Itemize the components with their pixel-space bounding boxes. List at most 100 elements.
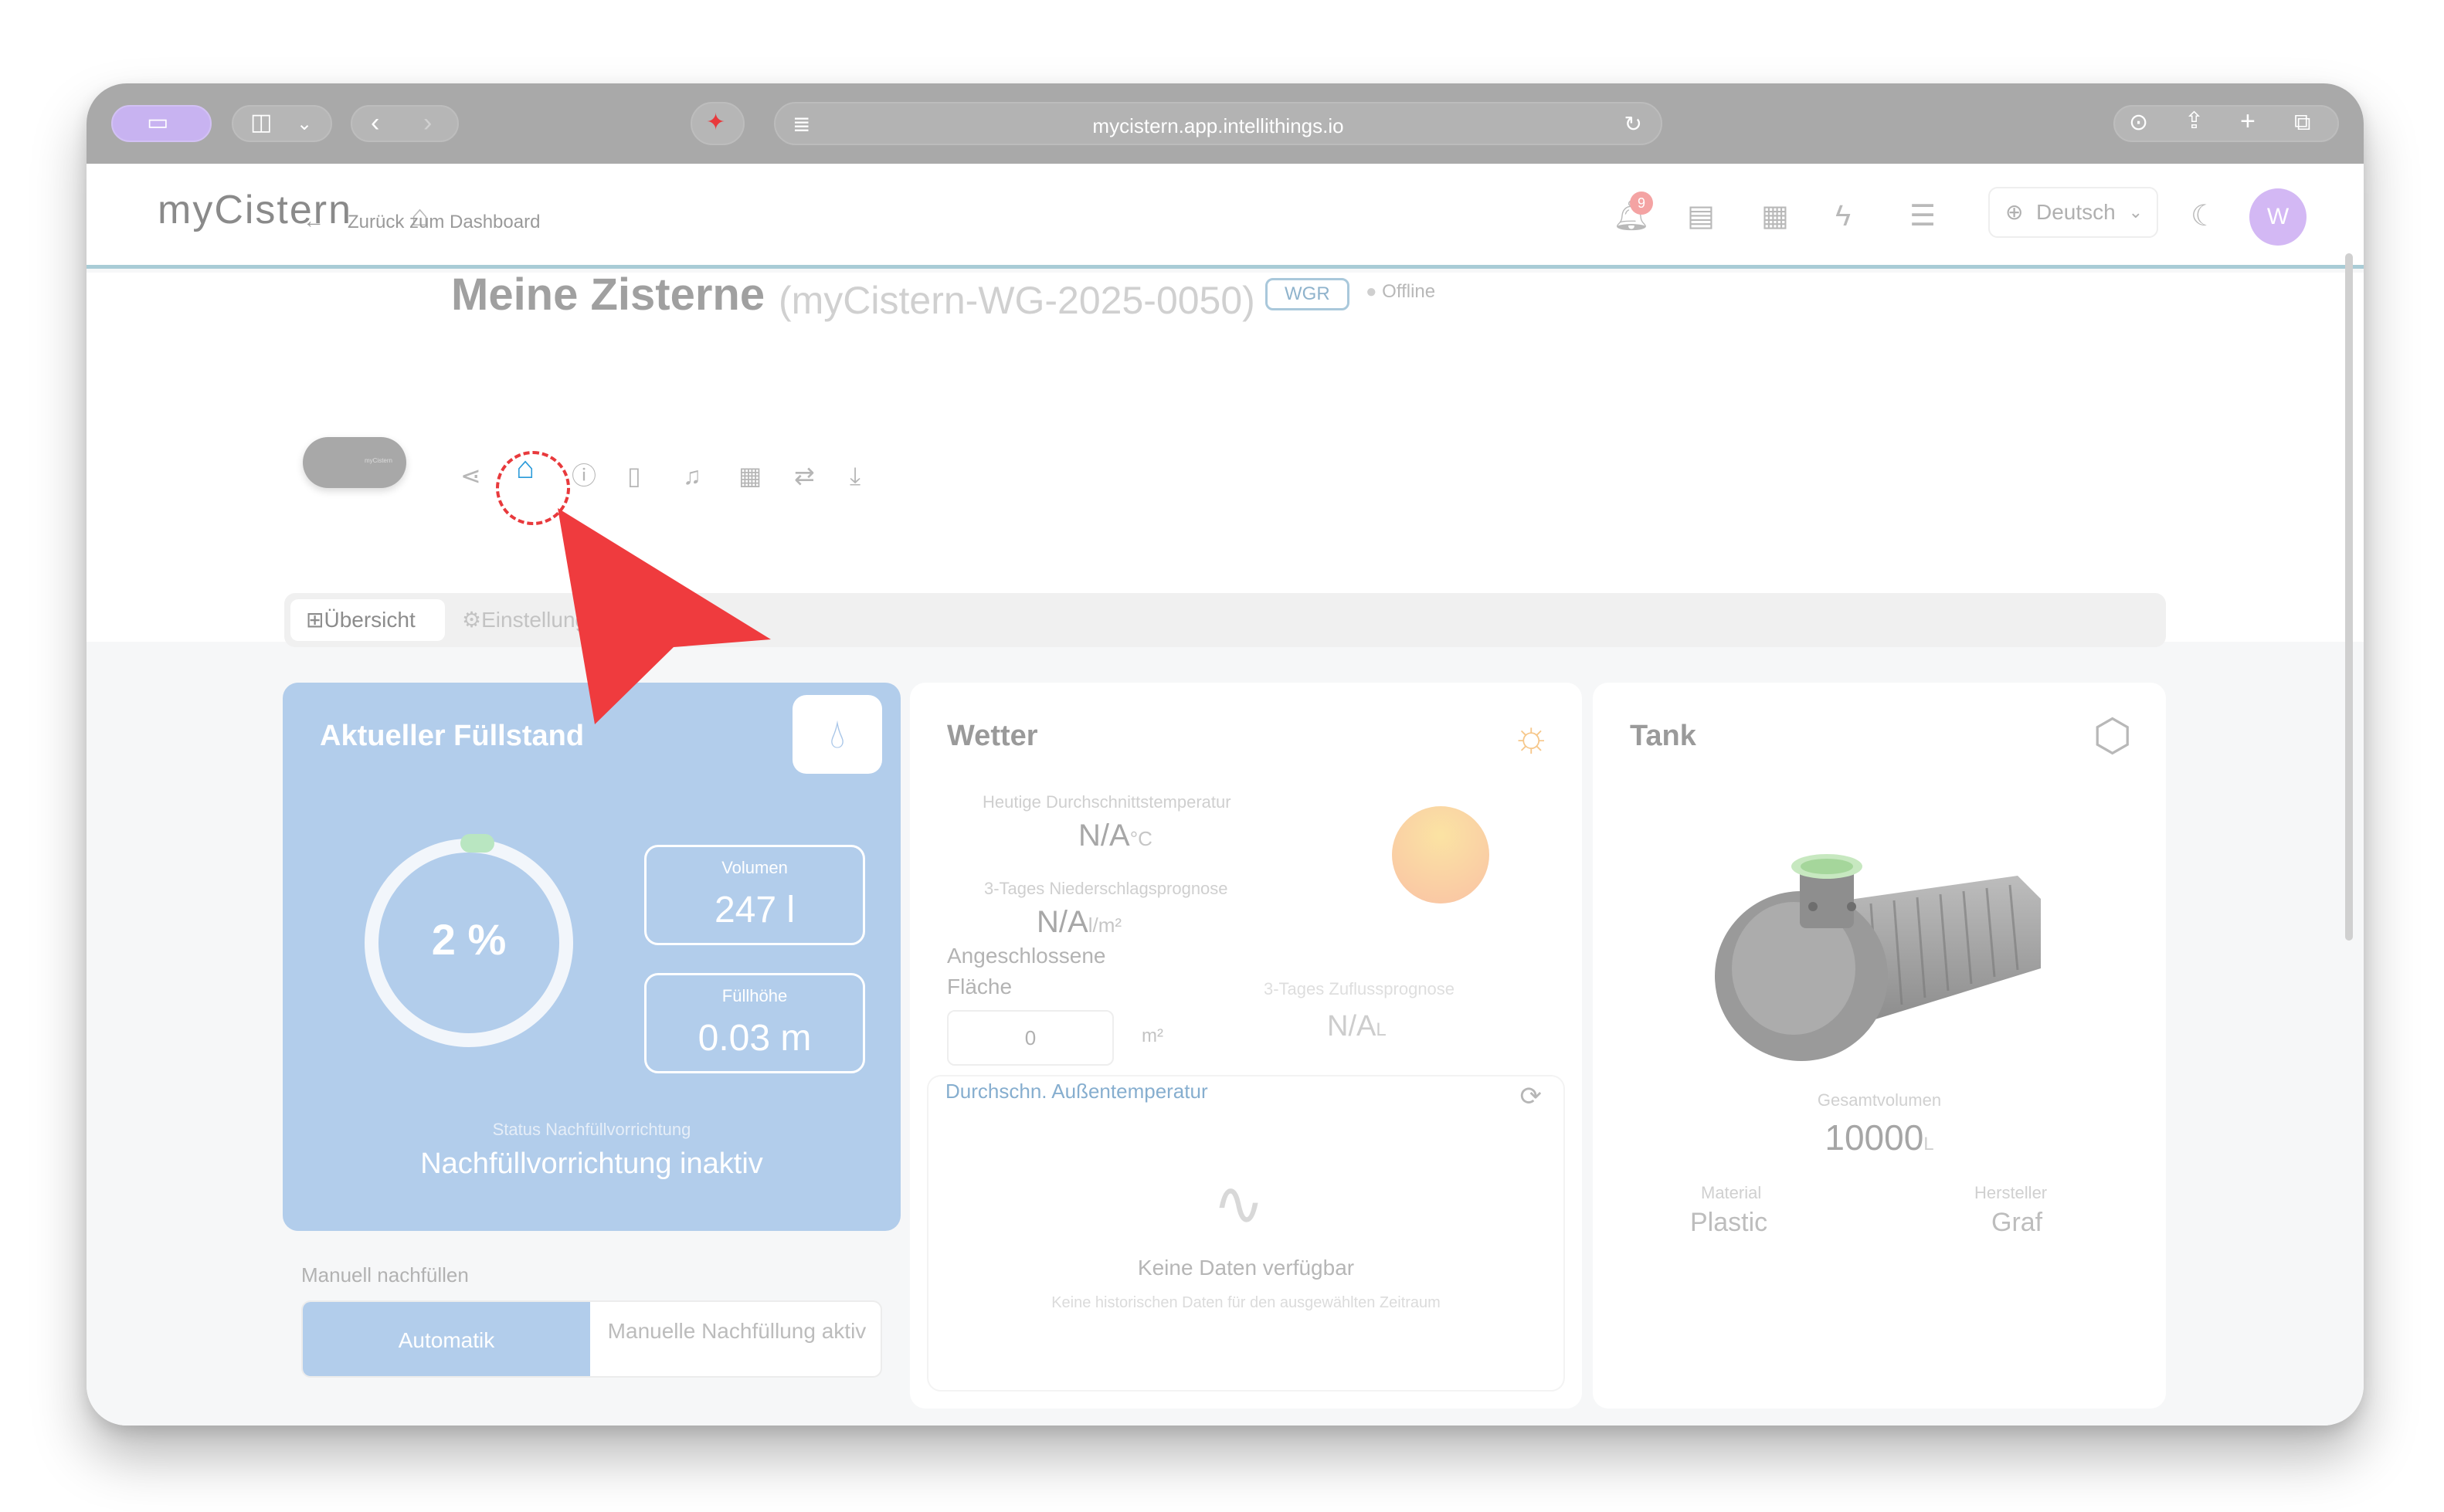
sidebar-toggle-button[interactable]: ◫ ⌄: [232, 105, 332, 142]
area-label: Angeschlossene Fläche: [947, 944, 1106, 998]
refill-mode-toggle: Automatik Manuelle Nachfüllung aktiv: [301, 1300, 882, 1378]
droplets-icon: 💧︎: [793, 695, 882, 774]
precip-label: 3-Tages Niederschlagsprognose: [984, 879, 1228, 898]
manual-mode-button[interactable]: Manuelle Nachfüllung aktiv: [590, 1302, 881, 1376]
document-icon[interactable]: ▯: [627, 463, 641, 488]
avg-temp-unit: °C: [1129, 827, 1152, 850]
page-title: Meine Zisterne: [451, 270, 765, 320]
url-text: mycistern.app.intellithings.io: [1092, 114, 1344, 137]
device-label: myCistern: [364, 457, 392, 464]
scrollbar[interactable]: [2345, 253, 2353, 941]
avg-temp-value: N/A: [1078, 819, 1130, 853]
download-tray-icon[interactable]: ⤓: [850, 463, 860, 488]
inflow-value: N/A: [1327, 1010, 1376, 1042]
refill-status-value: Nachfüllvorrichtung inaktiv: [420, 1148, 763, 1180]
history-nav: ‹ ›: [351, 105, 459, 142]
fill-level-card: Aktueller Füllstand 💧︎ 2 % Volumen 247 l…: [283, 683, 901, 1231]
avg-temp-label: Heutige Durchschnittstemperatur: [983, 792, 1231, 812]
inflow-label: 3-Tages Zuflussprognose: [1264, 979, 1455, 998]
cube-icon: ⬡: [2093, 710, 2132, 761]
transfer-icon[interactable]: ⇄: [794, 463, 815, 488]
manufacturer-value: Graf: [1991, 1208, 2043, 1237]
volume-box: Volumen 247 l: [644, 845, 865, 945]
forward-icon[interactable]: ›: [423, 110, 432, 136]
chart-title: Durchschn. Außentemperatur: [945, 1080, 1208, 1103]
tank-card: Tank ⬡ Gesamtvolumen 10000L Material Pla…: [1593, 683, 2166, 1409]
new-tab-icon[interactable]: +: [2240, 108, 2256, 134]
precip-unit: l/m²: [1088, 914, 1122, 937]
avg-temp: N/A°C: [1078, 819, 1152, 853]
tank-title: Tank: [1630, 720, 1696, 752]
share-icon[interactable]: ⇪: [2184, 108, 2204, 134]
browser-toolbar: ▭ ◫ ⌄ ‹ › ✦ ≣ mycistern.app.intellithing…: [87, 83, 2364, 164]
fill-gauge-indicator: [460, 834, 494, 853]
back-icon[interactable]: ‹: [371, 110, 379, 136]
total-volume-unit: L: [1923, 1134, 1934, 1154]
tank-image: [1715, 854, 2041, 1061]
precip-value: N/A: [1037, 905, 1088, 939]
no-data-subtitle: Keine historischen Daten für den ausgewä…: [1051, 1294, 1441, 1311]
fill-percent: 2 %: [431, 915, 507, 964]
address-bar[interactable]: ≣ mycistern.app.intellithings.io ↻: [774, 102, 1662, 145]
download-icon[interactable]: ⊙: [2129, 110, 2148, 136]
material-value: Plastic: [1690, 1208, 1768, 1237]
folder-chart-icon[interactable]: ▤: [1687, 201, 1715, 232]
grid-icon: ⊞: [306, 608, 324, 632]
bell-outline-icon[interactable]: ♫: [683, 463, 701, 488]
manual-refill-label: Manuell nachfüllen: [301, 1263, 469, 1287]
chevron-down-icon: ⌄: [297, 114, 313, 134]
share-nodes-icon[interactable]: ⋖: [460, 463, 481, 488]
extension-icon: ✦: [706, 110, 726, 135]
browser-window: ▭ ◫ ⌄ ‹ › ✦ ≣ mycistern.app.intellithing…: [87, 83, 2364, 1426]
extension-button[interactable]: ✦: [691, 102, 745, 145]
reload-icon[interactable]: ↻: [1624, 111, 1642, 137]
globe-icon: ⊕: [2005, 200, 2024, 224]
tab-overview[interactable]: ⊞Übersicht: [290, 599, 445, 641]
tabs-overview-icon[interactable]: ⧉: [2294, 110, 2310, 136]
sun-icon: ☼: [1511, 711, 1551, 760]
info-icon[interactable]: ⓘ: [572, 463, 596, 488]
volume-value: 247 l: [714, 890, 796, 931]
weather-orb: [1392, 806, 1489, 903]
annotation-arrow: [558, 508, 771, 724]
precip: N/Al/m²: [1037, 905, 1122, 940]
moon-icon[interactable]: ☾: [2191, 201, 2217, 232]
back-link-label: Zurück zum Dashboard: [348, 212, 541, 232]
window-actions: ⊙ ⇪ + ⧉: [2113, 105, 2339, 142]
inflow-unit: L: [1376, 1019, 1387, 1040]
profile-icon: ▭: [147, 110, 169, 135]
calendar-clock-icon[interactable]: ▦: [1761, 201, 1789, 232]
weather-title: Wetter: [947, 720, 1038, 752]
language-select[interactable]: ⊕ Deutsch ⌄: [1988, 187, 2158, 238]
inflow: N/AL: [1327, 1010, 1387, 1043]
area-unit: m²: [1142, 1026, 1163, 1046]
weather-card: Wetter ☼ Heutige Durchschnittstemperatur…: [910, 683, 1582, 1409]
language-value: Deutsch: [2036, 200, 2116, 224]
screenshot-stage: ▭ ◫ ⌄ ‹ › ✦ ≣ mycistern.app.intellithing…: [0, 0, 2444, 1512]
device-image: myCistern: [303, 437, 406, 488]
refill-status-label: Status Nachfüllvorrichtung: [492, 1120, 691, 1139]
database-icon[interactable]: ☰: [1909, 201, 1936, 232]
lightning-icon[interactable]: ϟ: [1835, 201, 1851, 232]
sidebar-icon: ◫: [250, 110, 273, 135]
status-text: Offline: [1382, 281, 1436, 302]
auto-mode-button[interactable]: Automatik: [303, 1302, 590, 1376]
no-data-title: Keine Daten verfügbar: [1137, 1256, 1355, 1280]
back-link[interactable]: ← Zurück zum Dashboard: [303, 208, 540, 233]
gear-icon: ⚙: [462, 608, 482, 632]
tab-overview-label: Übersicht: [324, 608, 416, 632]
refresh-icon[interactable]: ⟳: [1520, 1081, 1543, 1112]
height-value: 0.03 m: [698, 1018, 812, 1059]
user-avatar[interactable]: W: [2249, 188, 2307, 246]
profile-button[interactable]: ▭: [111, 105, 212, 142]
material-label: Material: [1701, 1183, 1762, 1202]
volume-label: Volumen: [721, 858, 788, 877]
calendar-icon[interactable]: ▦: [738, 463, 762, 488]
area-input[interactable]: 0: [947, 1010, 1114, 1066]
total-volume-value: 10000: [1825, 1117, 1924, 1158]
type-tag: WGR: [1265, 278, 1349, 310]
total-volume: 10000L: [1593, 1117, 2166, 1158]
height-label: Füllhöhe: [721, 986, 788, 1005]
manufacturer-label: Hersteller: [1974, 1183, 2048, 1202]
height-box: Füllhöhe 0.03 m: [644, 973, 865, 1073]
